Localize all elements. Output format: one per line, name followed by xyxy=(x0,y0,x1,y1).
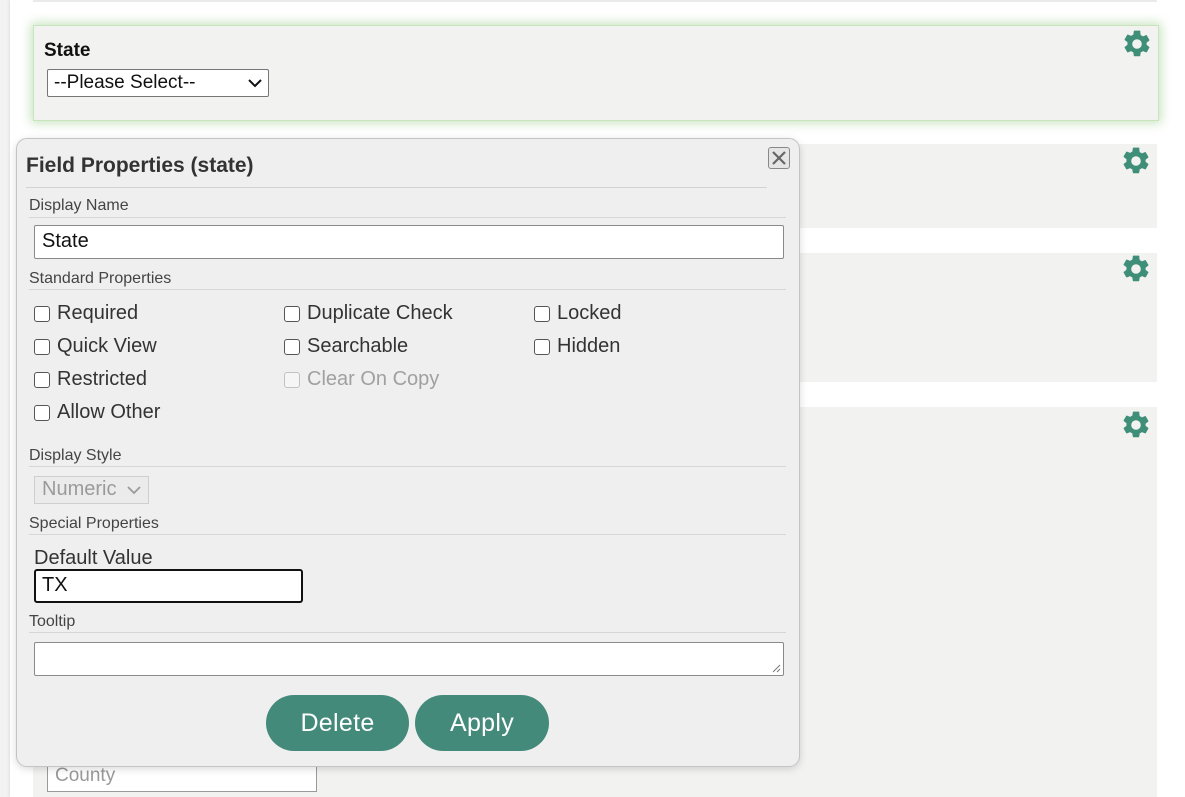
checkbox-label: Searchable xyxy=(307,335,409,357)
section-divider xyxy=(29,466,786,467)
section-divider xyxy=(29,534,786,535)
checkbox-label: Required xyxy=(57,302,139,324)
display-name-input[interactable]: State xyxy=(34,225,784,259)
section-divider xyxy=(29,632,786,633)
checkbox-label: Duplicate Check xyxy=(307,302,453,324)
checkbox-label: Clear On Copy xyxy=(307,368,440,390)
chevron-down-icon xyxy=(248,79,262,88)
checkbox-label: Quick View xyxy=(57,335,157,357)
checkbox-box[interactable] xyxy=(34,338,50,355)
duplicate-check-checkbox[interactable]: Duplicate Check xyxy=(284,302,453,325)
apply-button[interactable]: Apply xyxy=(415,695,549,751)
clear-on-copy-checkbox: Clear On Copy xyxy=(284,368,439,391)
top-divider xyxy=(33,0,1157,2)
required-checkbox[interactable]: Required xyxy=(34,302,138,325)
checkbox-box[interactable] xyxy=(534,305,550,322)
checkbox-box[interactable] xyxy=(284,338,300,355)
delete-button[interactable]: Delete xyxy=(266,695,409,751)
restricted-checkbox[interactable]: Restricted xyxy=(34,368,147,391)
gear-icon[interactable] xyxy=(1120,145,1152,177)
state-field-label: State xyxy=(44,40,91,61)
section-divider xyxy=(29,289,786,290)
section-divider xyxy=(29,217,786,218)
title-divider xyxy=(26,187,767,188)
display-style-value: Numeric xyxy=(42,478,117,500)
field-properties-dialog: Field Properties (state) Display Name St… xyxy=(16,138,800,767)
special-properties-label: Special Properties xyxy=(29,515,159,532)
checkbox-label: Allow Other xyxy=(57,401,161,423)
resize-grip-icon[interactable] xyxy=(771,663,781,673)
dialog-title: Field Properties (state) xyxy=(26,154,254,177)
county-placeholder: County xyxy=(55,765,116,786)
close-button[interactable] xyxy=(768,147,790,169)
checkbox-box[interactable] xyxy=(534,338,550,355)
checkbox-box[interactable] xyxy=(34,305,50,322)
default-value: TX xyxy=(42,574,68,596)
state-select[interactable]: --Please Select-- xyxy=(47,69,269,97)
state-select-value: --Please Select-- xyxy=(54,72,196,93)
state-field-section[interactable]: State --Please Select-- xyxy=(33,25,1159,121)
checkbox-label: Hidden xyxy=(557,335,621,357)
allow-other-checkbox[interactable]: Allow Other xyxy=(34,401,160,424)
locked-checkbox[interactable]: Locked xyxy=(534,302,622,325)
checkbox-box[interactable] xyxy=(284,305,300,322)
checkbox-box[interactable] xyxy=(34,371,50,388)
display-name-label: Display Name xyxy=(29,197,129,214)
display-name-value: State xyxy=(42,230,89,252)
standard-properties-label: Standard Properties xyxy=(29,270,172,287)
default-value-input[interactable]: TX xyxy=(34,569,303,603)
display-style-select: Numeric xyxy=(34,476,149,504)
tooltip-label: Tooltip xyxy=(29,613,76,630)
tooltip-textarea[interactable] xyxy=(34,642,784,676)
searchable-checkbox[interactable]: Searchable xyxy=(284,335,408,358)
quick-view-checkbox[interactable]: Quick View xyxy=(34,335,157,358)
display-style-label: Display Style xyxy=(29,447,122,464)
checkbox-label: Restricted xyxy=(57,368,148,390)
hidden-checkbox[interactable]: Hidden xyxy=(534,335,620,358)
gear-icon[interactable] xyxy=(1121,28,1153,60)
checkbox-box xyxy=(284,371,300,388)
checkbox-box[interactable] xyxy=(34,404,50,421)
default-value-label: Default Value xyxy=(34,547,153,569)
gear-icon[interactable] xyxy=(1120,409,1152,441)
gear-icon[interactable] xyxy=(1120,253,1152,285)
checkbox-label: Locked xyxy=(557,302,622,324)
chevron-down-icon xyxy=(127,486,141,495)
close-icon xyxy=(772,151,786,165)
